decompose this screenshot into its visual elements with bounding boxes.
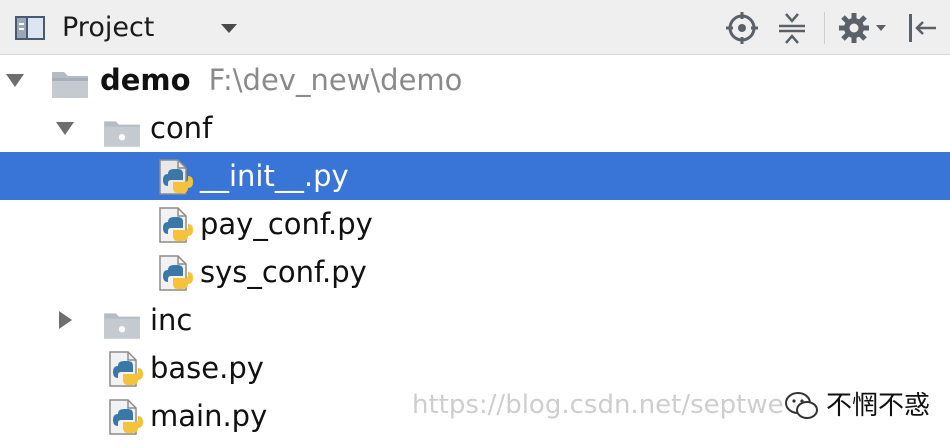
panel-title[interactable]: Project (62, 10, 154, 46)
folder-icon (104, 313, 140, 339)
tree-row-sys-conf-py[interactable]: sys_conf.py (0, 248, 950, 296)
dropdown-arrow-icon[interactable] (218, 18, 240, 38)
file-label-sys-conf: sys_conf.py (200, 255, 367, 289)
file-label-init: __init__.py (200, 159, 349, 193)
locate-icon[interactable] (724, 10, 760, 46)
project-toolbar: Project (0, 0, 950, 55)
watermark-badge-text: 不惘不惑 (826, 391, 931, 421)
watermark-badge: 不惘不惑 (780, 382, 950, 430)
root-name: demo (100, 63, 191, 97)
python-file-icon (109, 351, 143, 387)
python-file-icon (159, 207, 193, 243)
tree-row-pay-conf-py[interactable]: pay_conf.py (0, 200, 950, 248)
python-file-icon (109, 399, 143, 435)
watermark-url: https://blog.csdn.net/septwe (412, 390, 784, 420)
collapse-arrow-icon[interactable] (54, 309, 76, 331)
root-path: F:\dev_new\demo (208, 63, 463, 97)
expand-arrow-icon[interactable] (54, 117, 76, 139)
folder-icon (104, 121, 140, 147)
hide-panel-icon[interactable] (904, 10, 940, 46)
module-folder-icon (52, 72, 88, 98)
tree-row-init-py[interactable]: __init__.py (0, 152, 950, 200)
file-label-base: base.py (150, 351, 264, 385)
wechat-logo-icon (785, 392, 818, 419)
collapse-all-icon[interactable] (774, 10, 810, 46)
tree-row-demo[interactable]: demo F:\dev_new\demo (0, 56, 950, 104)
file-label-pay-conf: pay_conf.py (200, 207, 373, 241)
folder-label-inc: inc (150, 303, 193, 337)
python-file-icon (159, 255, 193, 291)
gear-icon[interactable] (838, 10, 890, 46)
folder-label-conf: conf (150, 111, 213, 145)
tree-row-inc[interactable]: inc (0, 296, 950, 344)
project-view-icon (15, 16, 45, 40)
file-label-main: main.py (150, 399, 268, 433)
tree-row-conf[interactable]: conf (0, 104, 950, 152)
python-file-icon (159, 159, 193, 195)
toolbar-separator (824, 12, 825, 44)
expand-arrow-icon[interactable] (4, 69, 26, 91)
